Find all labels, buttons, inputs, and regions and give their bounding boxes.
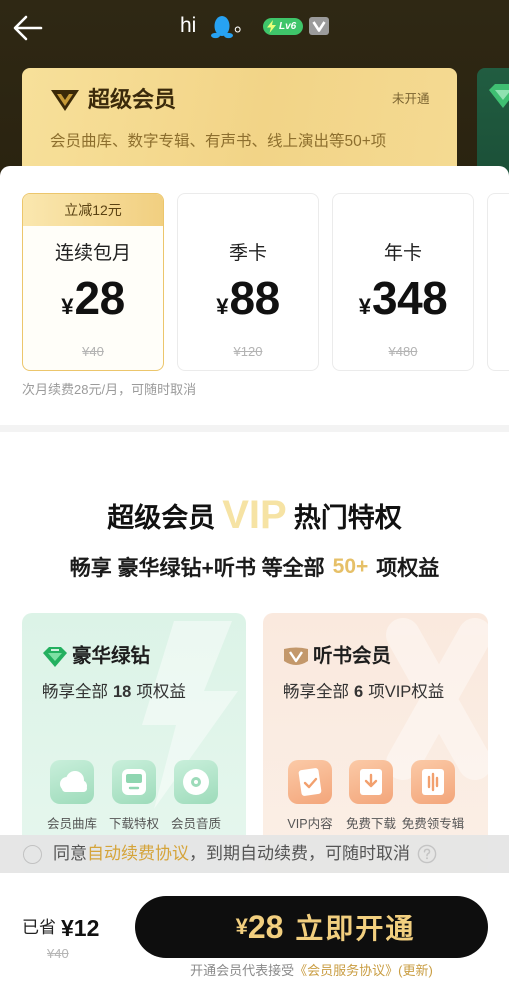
- privilege-card-description: 畅享全部 6 项VIP权益: [283, 681, 444, 703]
- subheading-suffix: 项权益: [376, 557, 440, 580]
- free-download-icon[interactable]: [349, 760, 393, 804]
- button-price: 28: [247, 908, 284, 945]
- agreement-text: 同意自动续费协议，到期自动续费，可随时取消: [53, 843, 410, 865]
- level-badge[interactable]: Lv6: [263, 18, 303, 35]
- plan-price: ¥348: [333, 272, 473, 324]
- button-label: 立即开通: [295, 913, 416, 944]
- subscribe-now-button[interactable]: ¥28 立即开通: [135, 896, 488, 958]
- benefit-count: 6: [354, 683, 364, 701]
- green-diamond-icon: [489, 84, 509, 108]
- membership-status: 未开通: [392, 92, 430, 106]
- plan-card-quarterly[interactable]: 季卡 ¥88 ¥120: [177, 193, 319, 371]
- green-diamond-icon: [42, 646, 68, 668]
- vip-badge-icon[interactable]: [309, 17, 329, 35]
- vip-content-icon[interactable]: [288, 760, 332, 804]
- discount-tag: 立减12元: [23, 194, 163, 226]
- lightning-icon: [267, 20, 276, 33]
- benefit-label: 会员音质: [170, 817, 221, 831]
- plan-original-price: ¥480: [388, 344, 418, 359]
- currency-symbol: ¥: [61, 294, 74, 319]
- desc-prefix: 畅享全部: [283, 683, 349, 701]
- agreement-checkbox[interactable]: [23, 845, 42, 864]
- service-agreement-link[interactable]: 《会员服务协议》(更新): [294, 963, 433, 978]
- desc-prefix: 畅享全部: [42, 683, 108, 701]
- privilege-card-title: 听书会员: [313, 645, 392, 667]
- currency-symbol: ¥: [216, 294, 229, 319]
- benefit-label: 免费领专辑: [401, 817, 465, 831]
- plan-price: ¥88: [178, 272, 318, 324]
- membership-description: 会员曲库、数字专辑、有声书、线上演出等50+项: [50, 133, 387, 150]
- terms-prefix: 开通会员代表接受: [190, 963, 295, 978]
- original-total-price: ¥40: [47, 946, 69, 961]
- benefit-label: 会员曲库: [46, 817, 97, 831]
- heading-suffix: 热门特权: [293, 502, 402, 533]
- plan-name: 季卡: [228, 243, 267, 264]
- plan-price-value: 348: [372, 272, 448, 324]
- plan-card-yearly[interactable]: 年卡 ¥348 ¥480: [332, 193, 474, 371]
- plan-price-value: 88: [229, 272, 281, 324]
- plan-card-monthly[interactable]: 立减12元 连续包月 ¥28 ¥40: [22, 193, 164, 371]
- desc-suffix: 项权益: [136, 683, 186, 701]
- plan-price-value: 28: [74, 272, 126, 324]
- checkout-bar: 已省 ¥12 ¥40 ¥28 立即开通 开通会员代表接受《会员服务协议》(更新): [0, 873, 509, 1000]
- privilege-card-description: 畅享全部 18 项权益: [42, 681, 186, 703]
- benefit-count: 18: [113, 683, 132, 701]
- download-box-icon[interactable]: [112, 760, 156, 804]
- super-vip-title: 超级会员: [88, 87, 177, 112]
- greeting-text: hi: [180, 14, 197, 37]
- cloud-music-icon[interactable]: [50, 760, 94, 804]
- greeting-punctuation: 。: [234, 15, 254, 36]
- subheading-prefix: 畅享 豪华绿钻+听书 等全部: [69, 557, 325, 580]
- subheading-count: 50+: [332, 555, 369, 578]
- saved-label: 已省: [22, 918, 56, 937]
- plan-name: 连续包月: [54, 243, 131, 264]
- benefit-label: 免费下载: [345, 817, 396, 831]
- plan-original-price: ¥120: [233, 344, 263, 359]
- next-membership-card[interactable]: [477, 68, 509, 180]
- privilege-card-title: 豪华绿钻: [72, 645, 151, 667]
- help-icon[interactable]: [417, 844, 437, 864]
- agreement-suffix: ，到期自动续费，可随时取消: [189, 844, 410, 863]
- benefit-label: VIP内容: [287, 817, 333, 831]
- privileges-heading: 超级会员 VIP 热门特权: [0, 489, 509, 541]
- plan-price: ¥28: [23, 272, 163, 324]
- saved-amount: ¥12: [61, 915, 100, 941]
- renewal-note: 次月续费28元/月，可随时取消: [22, 382, 197, 397]
- privileges-subheading: 畅享 豪华绿钻+听书 等全部 50+ 项权益: [0, 553, 509, 581]
- level-badge-text: Lv6: [279, 21, 297, 32]
- auto-renew-agreement-link[interactable]: 自动续费协议: [87, 844, 189, 863]
- currency-symbol: ¥: [358, 294, 371, 319]
- plan-original-price: ¥40: [82, 344, 104, 359]
- desc-suffix: 项VIP权益: [368, 683, 445, 701]
- agreement-prefix: 同意: [53, 844, 87, 863]
- disc-icon[interactable]: [174, 760, 218, 804]
- plan-card-partial[interactable]: [487, 193, 509, 371]
- section-divider: [0, 425, 509, 432]
- benefit-label: 下载特权: [108, 817, 159, 831]
- back-arrow-icon[interactable]: [12, 14, 44, 42]
- free-album-icon[interactable]: [411, 760, 455, 804]
- button-currency: ¥: [235, 914, 248, 939]
- heading-vip: VIP: [222, 493, 287, 537]
- auto-renew-agreement-bar: 同意自动续费协议，到期自动续费，可随时取消: [0, 835, 509, 873]
- super-vip-card: 超级会员 未开通 会员曲库、数字专辑、有声书、线上演出等50+项: [22, 68, 457, 180]
- terms-text: 开通会员代表接受《会员服务协议》(更新): [135, 962, 488, 980]
- audiobook-vip-icon: [283, 646, 309, 668]
- super-vip-logo-icon: [50, 86, 80, 112]
- heading-prefix: 超级会员: [107, 502, 216, 533]
- qq-penguin-icon: [211, 14, 233, 40]
- plan-name: 年卡: [383, 243, 422, 264]
